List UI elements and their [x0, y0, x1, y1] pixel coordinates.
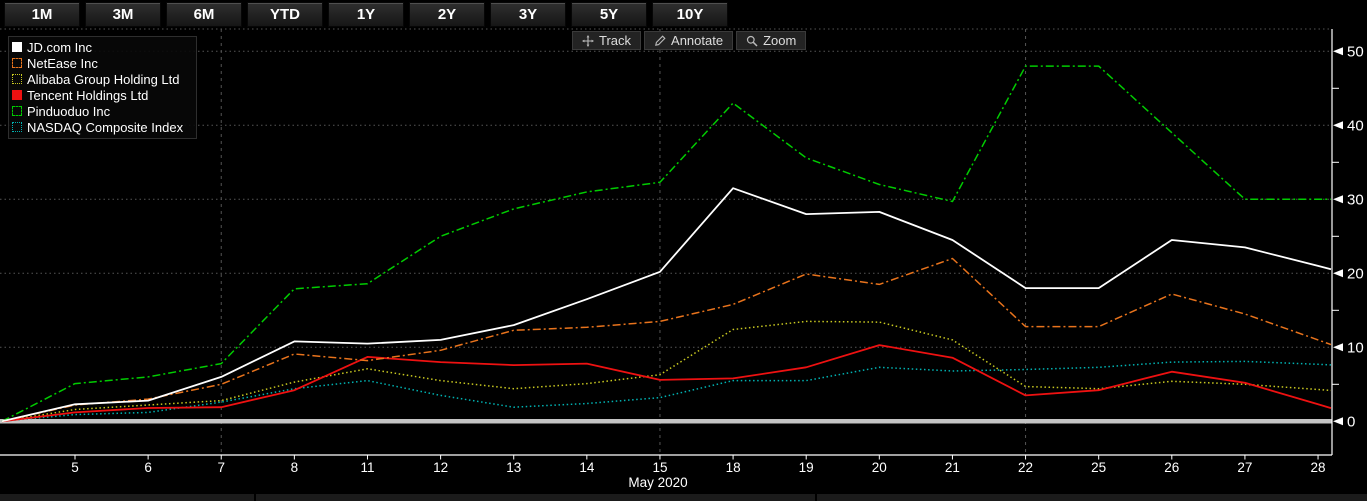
x-tick-label: 26 — [1164, 460, 1179, 475]
y-tick-label: 10 — [1347, 339, 1364, 356]
x-tick-label: 19 — [799, 460, 814, 475]
x-tick-label: 13 — [506, 460, 521, 475]
x-tick-label: 22 — [1018, 460, 1033, 475]
x-tick-label: 11 — [360, 460, 374, 475]
x-tick-label: 20 — [872, 460, 887, 475]
range-button-3y[interactable]: 3Y — [490, 2, 566, 27]
y-axis-ticks: 0 10 20 30 40 50 — [1332, 43, 1364, 430]
range-button-2y[interactable]: 2Y — [409, 2, 485, 27]
zoom-button[interactable]: Zoom — [736, 31, 807, 50]
legend-swatch — [12, 122, 22, 132]
x-tick-label: 21 — [945, 460, 960, 475]
annotate-button[interactable]: Annotate — [644, 31, 734, 50]
legend-item[interactable]: Alibaba Group Holding Ltd — [12, 71, 192, 87]
series-line-jd-com-inc — [1, 187, 1332, 423]
legend-item[interactable]: Tencent Holdings Ltd — [12, 87, 192, 103]
range-button-10y[interactable]: 10Y — [652, 2, 728, 27]
x-tick-label: 6 — [144, 460, 152, 475]
legend-swatch — [12, 74, 22, 84]
y-tick-arrow — [1333, 343, 1343, 352]
track-button-label: Track — [599, 33, 632, 48]
series-line-netease-inc — [1, 257, 1332, 423]
legend-item-label: Tencent Holdings Ltd — [27, 87, 149, 103]
gridlines — [0, 28, 1332, 455]
track-crosshair-icon — [582, 34, 594, 47]
legend-panel: JD.com Inc NetEase Inc Alibaba Group Holdi… — [8, 36, 197, 139]
legend-item-label: Pinduoduo Inc — [27, 103, 111, 119]
annotate-pencil-icon — [655, 34, 666, 46]
y-tick-label: 40 — [1347, 117, 1364, 134]
bottom-status-strip — [0, 494, 1367, 501]
zoom-magnifier-icon — [746, 35, 758, 47]
legend-item-label: NetEase Inc — [27, 55, 98, 71]
axes — [0, 29, 1333, 456]
track-button[interactable]: Track — [572, 31, 642, 50]
legend-item-label: NASDAQ Composite Index — [27, 119, 184, 135]
range-button-1y[interactable]: 1Y — [328, 2, 404, 27]
legend-swatch — [12, 42, 22, 52]
legend-item[interactable]: JD.com Inc — [12, 39, 192, 55]
series-line-pinduoduo-inc — [1, 65, 1331, 422]
legend-swatch — [12, 90, 22, 100]
y-tick-arrow — [1333, 195, 1343, 204]
range-button-6m[interactable]: 6M — [166, 2, 242, 27]
range-button-1m[interactable]: 1M — [4, 2, 80, 27]
chart-toolbar: Track Annotate Zoom — [572, 31, 807, 50]
range-button-5y[interactable]: 5Y — [571, 2, 647, 27]
chart-window: 5 6 7 8 11 12 13 14 15 18 19 20 21 22 25 26 27 28 May 2020… — [0, 0, 1367, 501]
y-tick-arrow — [1333, 269, 1343, 278]
legend-item-label: JD.com Inc — [27, 39, 93, 55]
x-tick-label: 27 — [1237, 460, 1252, 475]
y-tick-arrow — [1333, 417, 1343, 426]
zoom-button-label: Zoom — [763, 33, 797, 48]
legend-item-label: Alibaba Group Holding Ltd — [27, 71, 180, 87]
strip-divider — [254, 494, 256, 501]
legend-swatch — [12, 106, 22, 116]
range-button-ytd[interactable]: YTD — [247, 2, 323, 27]
price-chart[interactable]: 5 6 7 8 11 12 13 14 15 18 19 20 21 22 25 26 27 28 May 2020… — [0, 0, 1367, 501]
legend-item[interactable]: Pinduoduo Inc — [12, 103, 192, 119]
legend-swatch — [12, 58, 22, 68]
x-tick-label: 8 — [291, 460, 299, 475]
series-line-alibaba-group-holding-ltd — [1, 320, 1332, 423]
strip-divider — [815, 494, 817, 501]
x-tick-label: 12 — [433, 460, 448, 475]
x-axis-ticks: 5 6 7 8 11 12 13 14 15 18 19 20 21 22 25 26 27 28 May 2020 — [71, 455, 1326, 490]
x-tick-label: 28 — [1311, 460, 1326, 475]
legend-item[interactable]: NetEase Inc — [12, 55, 192, 71]
x-tick-label: 25 — [1091, 460, 1106, 475]
y-tick-label: 0 — [1347, 413, 1355, 430]
x-tick-label: 18 — [726, 460, 741, 475]
y-tick-label: 20 — [1347, 265, 1364, 282]
x-tick-label: 14 — [579, 460, 595, 475]
range-button-3m[interactable]: 3M — [85, 2, 161, 27]
y-tick-arrow — [1333, 47, 1343, 56]
legend-item[interactable]: NASDAQ Composite Index — [12, 119, 192, 135]
y-tick-label: 30 — [1347, 191, 1364, 208]
x-tick-label: 5 — [71, 460, 79, 475]
x-tick-label: 15 — [652, 460, 667, 475]
x-axis-month-label: May 2020 — [628, 475, 687, 490]
x-tick-label: 7 — [217, 460, 225, 475]
y-tick-arrow — [1333, 121, 1343, 130]
y-tick-label: 50 — [1347, 43, 1364, 60]
range-button-bar: 1M 3M 6M YTD 1Y 2Y 3Y 5Y 10Y — [0, 0, 740, 29]
annotate-button-label: Annotate — [671, 33, 724, 48]
